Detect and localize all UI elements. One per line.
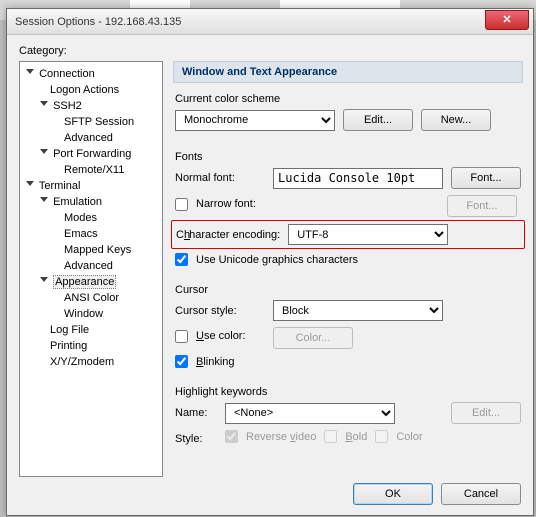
tree-item-log-file[interactable]: Log File bbox=[40, 322, 160, 338]
tree-item-window[interactable]: Window bbox=[54, 306, 160, 322]
hl-edit-button: Edit... bbox=[451, 402, 521, 424]
tree-item-modes[interactable]: Modes bbox=[54, 210, 160, 226]
narrow-font-label: Narrow font: bbox=[196, 198, 256, 210]
new-scheme-button[interactable]: New... bbox=[421, 109, 491, 131]
color-checkbox bbox=[375, 430, 388, 443]
tree-item-sftp-session[interactable]: SFTP Session bbox=[54, 114, 160, 130]
narrow-font-checkbox[interactable] bbox=[175, 198, 188, 211]
color-scheme-group: Current color scheme Monochrome Edit... … bbox=[173, 93, 523, 141]
encoding-highlight: Chharacter encoding: UTF-8 bbox=[171, 220, 525, 249]
narrow-font-button: Font... bbox=[447, 195, 517, 217]
color-scheme-select[interactable]: Monochrome bbox=[175, 110, 335, 131]
tree-item-remote-x11[interactable]: Remote/X11 bbox=[54, 162, 160, 178]
use-color-checkbox[interactable] bbox=[175, 330, 188, 343]
category-label: Category: bbox=[19, 45, 523, 57]
color-label: Color bbox=[396, 431, 422, 443]
encoding-select[interactable]: UTF-8 bbox=[288, 224, 448, 245]
window-title: Session Options - 192.168.43.135 bbox=[15, 16, 181, 28]
highlight-group: Highlight keywords Name: <None> Edit... … bbox=[173, 386, 523, 457]
close-button[interactable]: ✕ bbox=[485, 10, 529, 30]
tree-item-advanced[interactable]: Advanced bbox=[54, 130, 160, 146]
tree-item-ssh2[interactable]: SSH2 SFTP Session Advanced bbox=[40, 98, 160, 146]
hl-style-label: Style: bbox=[175, 433, 217, 445]
expand-icon[interactable] bbox=[40, 146, 50, 162]
use-color-label: Use color: bbox=[196, 330, 246, 342]
settings-panel: Window and Text Appearance Current color… bbox=[163, 61, 523, 477]
expand-icon[interactable] bbox=[26, 66, 36, 82]
tree-item-connection[interactable]: Connection Logon Actions SSH2 SFTP Sessi… bbox=[26, 66, 160, 178]
tree-item-emacs[interactable]: Emacs bbox=[54, 226, 160, 242]
tree-item-printing[interactable]: Printing bbox=[40, 338, 160, 354]
reverse-video-label: Reverse video bbox=[246, 431, 316, 443]
close-icon: ✕ bbox=[502, 13, 511, 26]
bold-label: Bold bbox=[345, 431, 367, 443]
tree-item-emulation[interactable]: Emulation Modes Emacs Mapped Keys Advanc… bbox=[40, 194, 160, 274]
expand-icon[interactable] bbox=[40, 194, 50, 210]
tree-item-mapped-keys[interactable]: Mapped Keys bbox=[54, 242, 160, 258]
tree-item-ansi-color[interactable]: ANSI Color bbox=[54, 290, 160, 306]
tree-item-advanced[interactable]: Advanced bbox=[54, 258, 160, 274]
normal-font-button[interactable]: Font... bbox=[451, 167, 521, 189]
normal-font-display: Lucida Console 10pt bbox=[273, 168, 443, 189]
group-title: Current color scheme bbox=[175, 93, 521, 105]
edit-scheme-button[interactable]: Edit... bbox=[343, 109, 413, 131]
group-title: Cursor bbox=[175, 284, 521, 296]
cursor-color-button: Color... bbox=[273, 327, 353, 349]
group-title: Fonts bbox=[175, 151, 521, 163]
expand-icon[interactable] bbox=[26, 178, 36, 194]
expand-icon[interactable] bbox=[40, 274, 50, 290]
tree-item-appearance[interactable]: Appearance ANSI Color Window bbox=[40, 274, 160, 322]
panel-header: Window and Text Appearance bbox=[173, 61, 523, 83]
tree-item-logon-actions[interactable]: Logon Actions bbox=[40, 82, 160, 98]
cancel-button[interactable]: Cancel bbox=[441, 483, 521, 505]
unicode-graphics-checkbox[interactable] bbox=[175, 253, 188, 266]
tree-item-xyzmodem[interactable]: X/Y/Zmodem bbox=[40, 354, 160, 370]
group-title: Highlight keywords bbox=[175, 386, 521, 398]
session-options-dialog: Session Options - 192.168.43.135 ✕ Categ… bbox=[6, 8, 534, 516]
reverse-video-checkbox bbox=[225, 430, 238, 443]
hl-name-label: Name: bbox=[175, 407, 217, 419]
tree-item-terminal[interactable]: Terminal Emulation Modes Emacs Mapped Ke… bbox=[26, 178, 160, 370]
tree-item-port-forwarding[interactable]: Port Forwarding Remote/X11 bbox=[40, 146, 160, 178]
ok-button[interactable]: OK bbox=[353, 483, 433, 505]
expand-icon[interactable] bbox=[40, 98, 50, 114]
encoding-label: Chharacter encoding: bbox=[176, 229, 280, 241]
blinking-checkbox[interactable] bbox=[175, 355, 188, 368]
unicode-graphics-label: Use Unicode graphics characters bbox=[196, 254, 358, 266]
cursor-style-label: Cursor style: bbox=[175, 305, 265, 317]
cursor-style-select[interactable]: Block bbox=[273, 300, 443, 321]
titlebar[interactable]: Session Options - 192.168.43.135 ✕ bbox=[7, 9, 533, 35]
normal-font-label: Normal font: bbox=[175, 172, 265, 184]
category-tree[interactable]: Connection Logon Actions SSH2 SFTP Sessi… bbox=[19, 61, 163, 477]
bold-checkbox bbox=[324, 430, 337, 443]
blinking-label: Blinking bbox=[196, 356, 235, 368]
cursor-group: Cursor Cursor style: Block Use color: bbox=[173, 284, 523, 376]
dialog-footer: OK Cancel bbox=[353, 483, 521, 505]
hl-name-select[interactable]: <None> bbox=[225, 403, 395, 424]
fonts-group: Fonts Normal font: Lucida Console 10pt F… bbox=[173, 151, 523, 274]
